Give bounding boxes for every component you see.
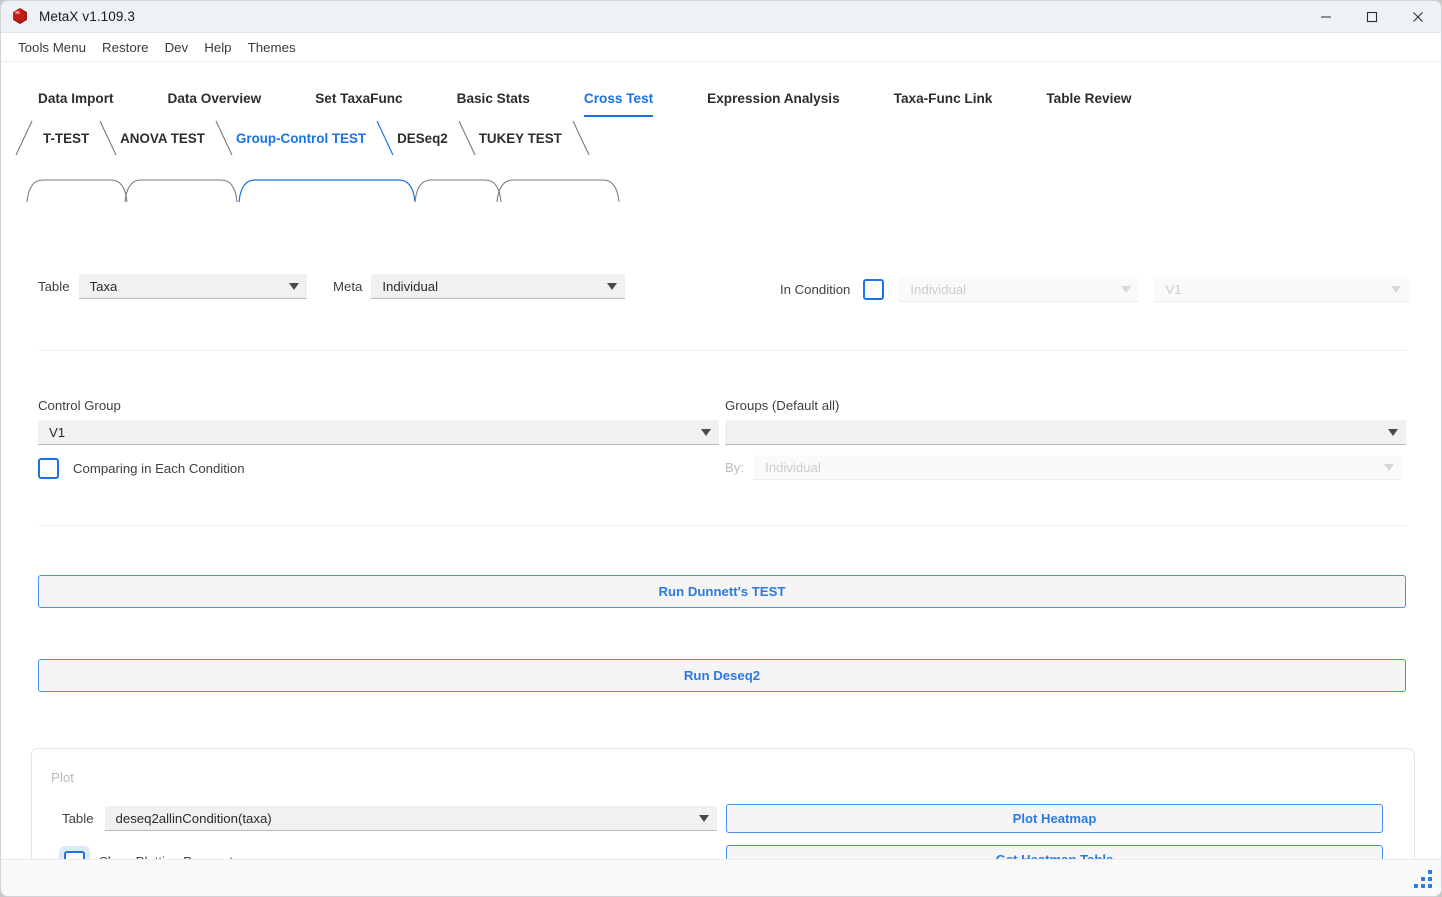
menu-item-help[interactable]: Help: [196, 37, 239, 58]
divider-middle: [38, 525, 1406, 526]
run-dunnett-test-button[interactable]: Run Dunnett's TEST: [38, 575, 1406, 608]
groups-by-select[interactable]: Individual: [754, 455, 1403, 480]
menu-item-tools-menu[interactable]: Tools Menu: [10, 37, 94, 58]
compare-each-condition-checkbox[interactable]: [38, 458, 59, 479]
plot-table-row: Table deseq2allinCondition(taxa): [62, 806, 717, 831]
plot-table-select[interactable]: deseq2allinCondition(taxa): [104, 806, 717, 831]
menu-item-restore[interactable]: Restore: [94, 37, 157, 58]
main-tab-bar: Data Import Data Overview Set TaxaFunc B…: [1, 84, 1441, 117]
divider-top: [38, 350, 1406, 351]
chevron-down-icon: [698, 814, 709, 822]
maximize-icon[interactable]: [1349, 1, 1395, 33]
meta-label: Meta: [333, 279, 363, 294]
title-bar: MetaX v1.109.3: [1, 1, 1441, 33]
in-condition-checkbox[interactable]: [863, 279, 885, 300]
groups-section: Groups (Default all) By: Individual: [725, 398, 1406, 480]
tab-table-review[interactable]: Table Review: [1046, 91, 1131, 117]
tab-cross-test[interactable]: Cross Test: [583, 91, 654, 117]
content-area: Data Import Data Overview Set TaxaFunc B…: [1, 62, 1441, 859]
control-group-select[interactable]: V1: [38, 420, 719, 445]
menu-item-themes[interactable]: Themes: [240, 37, 304, 58]
tab-basic-stats[interactable]: Basic Stats: [457, 91, 530, 117]
subtab-deseq2[interactable]: DESeq2: [377, 120, 476, 156]
in-condition-label: In Condition: [780, 282, 851, 297]
condition-meta-select[interactable]: Individual: [899, 277, 1140, 302]
control-group-label: Control Group: [38, 398, 121, 413]
groups-label: Groups (Default all): [725, 398, 840, 413]
run-deseq2-button[interactable]: Run Deseq2: [38, 659, 1406, 692]
condition-group-value: V1: [1165, 281, 1182, 297]
chevron-down-icon: [701, 428, 711, 436]
resize-grip-icon[interactable]: [1410, 868, 1434, 890]
subtab-label: TUKEY TEST: [478, 130, 562, 146]
tab-data-overview[interactable]: Data Overview: [168, 91, 262, 117]
plot-panel-title: Plot: [51, 770, 74, 785]
subtab-top-curves: [26, 179, 620, 203]
subtab-label: DESeq2: [397, 130, 448, 146]
subtab-tukey-test[interactable]: TUKEY TEST: [459, 120, 590, 156]
in-condition-group: In Condition Individual V1: [780, 274, 1410, 305]
close-icon[interactable]: [1395, 1, 1441, 33]
compare-each-condition-checkbox-wrap[interactable]: [33, 453, 64, 484]
condition-meta-value: Individual: [910, 281, 967, 297]
status-bar: [1, 859, 1441, 896]
control-group-section: Control Group V1 Comparing in Each Condi…: [38, 398, 719, 484]
meta-select-value: Individual: [382, 278, 439, 294]
app-window: MetaX v1.109.3 Tools Menu Restore Dev He…: [0, 0, 1442, 897]
window-controls: [1303, 1, 1441, 33]
subtab-t-test[interactable]: T-TEST: [15, 120, 117, 156]
get-heatmap-table-button[interactable]: Get Heatmap Table: [726, 845, 1383, 859]
groups-by-label: By:: [725, 460, 745, 475]
show-plotting-parameter-checkbox[interactable]: [64, 851, 85, 859]
chevron-down-icon: [1388, 428, 1398, 436]
window-title: MetaX v1.109.3: [39, 9, 135, 24]
condition-group-select[interactable]: V1: [1154, 277, 1410, 302]
tab-taxa-func-link[interactable]: Taxa-Func Link: [894, 91, 993, 117]
plot-table-value: deseq2allinCondition(taxa): [115, 810, 272, 826]
chevron-down-icon: [288, 282, 299, 290]
groups-by-row: By: Individual: [725, 455, 1406, 480]
in-condition-checkbox-wrap[interactable]: [858, 274, 889, 305]
subtab-label: ANOVA TEST: [120, 130, 205, 146]
chevron-down-icon: [607, 282, 618, 290]
menu-item-dev[interactable]: Dev: [157, 37, 197, 58]
compare-each-condition-label: Comparing in Each Condition: [73, 461, 245, 476]
show-plotting-parameter-row: Show Plotting Parameter: [59, 846, 245, 859]
tab-data-import[interactable]: Data Import: [38, 91, 114, 117]
hexagon-icon: [12, 8, 29, 25]
sub-tab-bar: T-TEST ANOVA TEST Group-Control TEST DES…: [1, 120, 1441, 156]
table-select-group: Table Taxa: [38, 274, 307, 299]
tab-set-taxafunc[interactable]: Set TaxaFunc: [315, 91, 402, 117]
meta-select[interactable]: Individual: [371, 274, 626, 299]
compare-each-condition-row: Comparing in Each Condition: [33, 453, 719, 484]
show-plotting-parameter-checkbox-wrap[interactable]: [59, 846, 90, 859]
subtab-label: T-TEST: [43, 130, 90, 146]
table-select-value: Taxa: [89, 278, 118, 294]
table-select[interactable]: Taxa: [78, 274, 307, 299]
plot-heatmap-button[interactable]: Plot Heatmap: [726, 804, 1383, 833]
tab-right-edge: [571, 120, 593, 156]
chevron-down-icon: [1391, 285, 1402, 293]
subtab-group-control-test[interactable]: Group-Control TEST: [216, 120, 394, 156]
tab-expression-analysis[interactable]: Expression Analysis: [707, 91, 839, 117]
tab-left-edge: [12, 120, 34, 156]
menu-bar: Tools Menu Restore Dev Help Themes: [1, 33, 1441, 62]
meta-select-group: Meta Individual: [333, 274, 626, 299]
subtab-anova-test[interactable]: ANOVA TEST: [100, 120, 233, 156]
groups-by-value: Individual: [765, 459, 821, 475]
chevron-down-icon: [1384, 463, 1395, 471]
chevron-down-icon: [1121, 285, 1132, 293]
subtab-label: Group-Control TEST: [235, 130, 367, 146]
control-group-value: V1: [49, 424, 66, 440]
groups-select[interactable]: [725, 420, 1406, 445]
plot-table-label: Table: [62, 811, 94, 826]
table-label: Table: [38, 279, 70, 294]
minimize-icon[interactable]: [1303, 1, 1349, 33]
